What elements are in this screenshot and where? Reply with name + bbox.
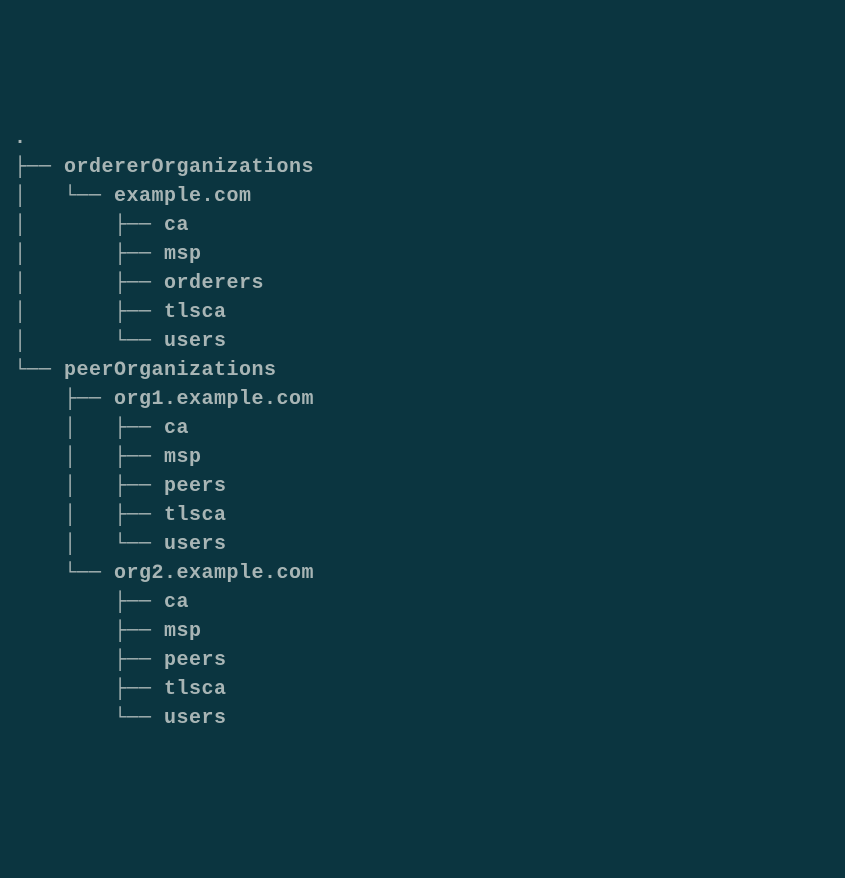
tree-line: └── peerOrganizations [14, 356, 831, 385]
tree-line: │ ├── tlsca [14, 501, 831, 530]
tree-node-name: tlsca [164, 301, 227, 324]
tree-prefix: │ └── [14, 533, 164, 556]
tree-node-name: peers [164, 649, 227, 672]
tree-prefix: │ ├── [14, 301, 164, 324]
tree-prefix: └── [14, 707, 164, 730]
tree-prefix: ├── [14, 678, 164, 701]
tree-node-name: msp [164, 446, 202, 469]
tree-node-name: tlsca [164, 678, 227, 701]
tree-prefix: ├── [14, 649, 164, 672]
tree-node-name: orderers [164, 272, 264, 295]
tree-node-name: ordererOrganizations [64, 156, 314, 179]
tree-node-name: tlsca [164, 504, 227, 527]
tree-prefix: │ ├── [14, 446, 164, 469]
tree-line: │ ├── msp [14, 240, 831, 269]
tree-prefix: └── [14, 562, 114, 585]
tree-prefix: │ ├── [14, 475, 164, 498]
tree-prefix: │ ├── [14, 214, 164, 237]
tree-prefix: │ ├── [14, 272, 164, 295]
tree-line: │ └── example.com [14, 182, 831, 211]
tree-prefix: ├── [14, 620, 164, 643]
tree-node-name: org1.example.com [114, 388, 314, 411]
tree-line: │ ├── tlsca [14, 298, 831, 327]
tree-prefix: ├── [14, 156, 64, 179]
tree-line: │ └── users [14, 327, 831, 356]
tree-line: │ └── users [14, 530, 831, 559]
terminal-output: .├── ordererOrganizations│ └── example.c… [14, 124, 831, 733]
tree-node-name: org2.example.com [114, 562, 314, 585]
tree-node-name: ca [164, 591, 189, 614]
tree-prefix: │ ├── [14, 243, 164, 266]
tree-node-name: ca [164, 417, 189, 440]
tree-line: │ ├── peers [14, 472, 831, 501]
tree-line: │ ├── ca [14, 414, 831, 443]
tree-node-name: msp [164, 620, 202, 643]
tree-node-name: peerOrganizations [64, 359, 277, 382]
tree-line: ├── peers [14, 646, 831, 675]
tree-prefix: │ └── [14, 185, 114, 208]
tree-prefix: └── [14, 359, 64, 382]
tree-line: ├── msp [14, 617, 831, 646]
tree-line: │ ├── orderers [14, 269, 831, 298]
tree-line: ├── ordererOrganizations [14, 153, 831, 182]
tree-line: ├── tlsca [14, 675, 831, 704]
tree-prefix: │ ├── [14, 417, 164, 440]
tree-root: . [14, 124, 831, 153]
tree-node-name: users [164, 707, 227, 730]
tree-line: │ ├── msp [14, 443, 831, 472]
tree-node-name: peers [164, 475, 227, 498]
tree-node-name: users [164, 330, 227, 353]
tree-prefix: │ └── [14, 330, 164, 353]
tree-node-name: example.com [114, 185, 252, 208]
tree-line: ├── org1.example.com [14, 385, 831, 414]
tree-prefix: ├── [14, 388, 114, 411]
tree-node-name: users [164, 533, 227, 556]
tree-prefix: │ ├── [14, 504, 164, 527]
tree-node-name: ca [164, 214, 189, 237]
tree-line: ├── ca [14, 588, 831, 617]
tree-node-name: msp [164, 243, 202, 266]
tree-line: └── org2.example.com [14, 559, 831, 588]
tree-prefix: ├── [14, 591, 164, 614]
tree-line: │ ├── ca [14, 211, 831, 240]
tree-line: └── users [14, 704, 831, 733]
